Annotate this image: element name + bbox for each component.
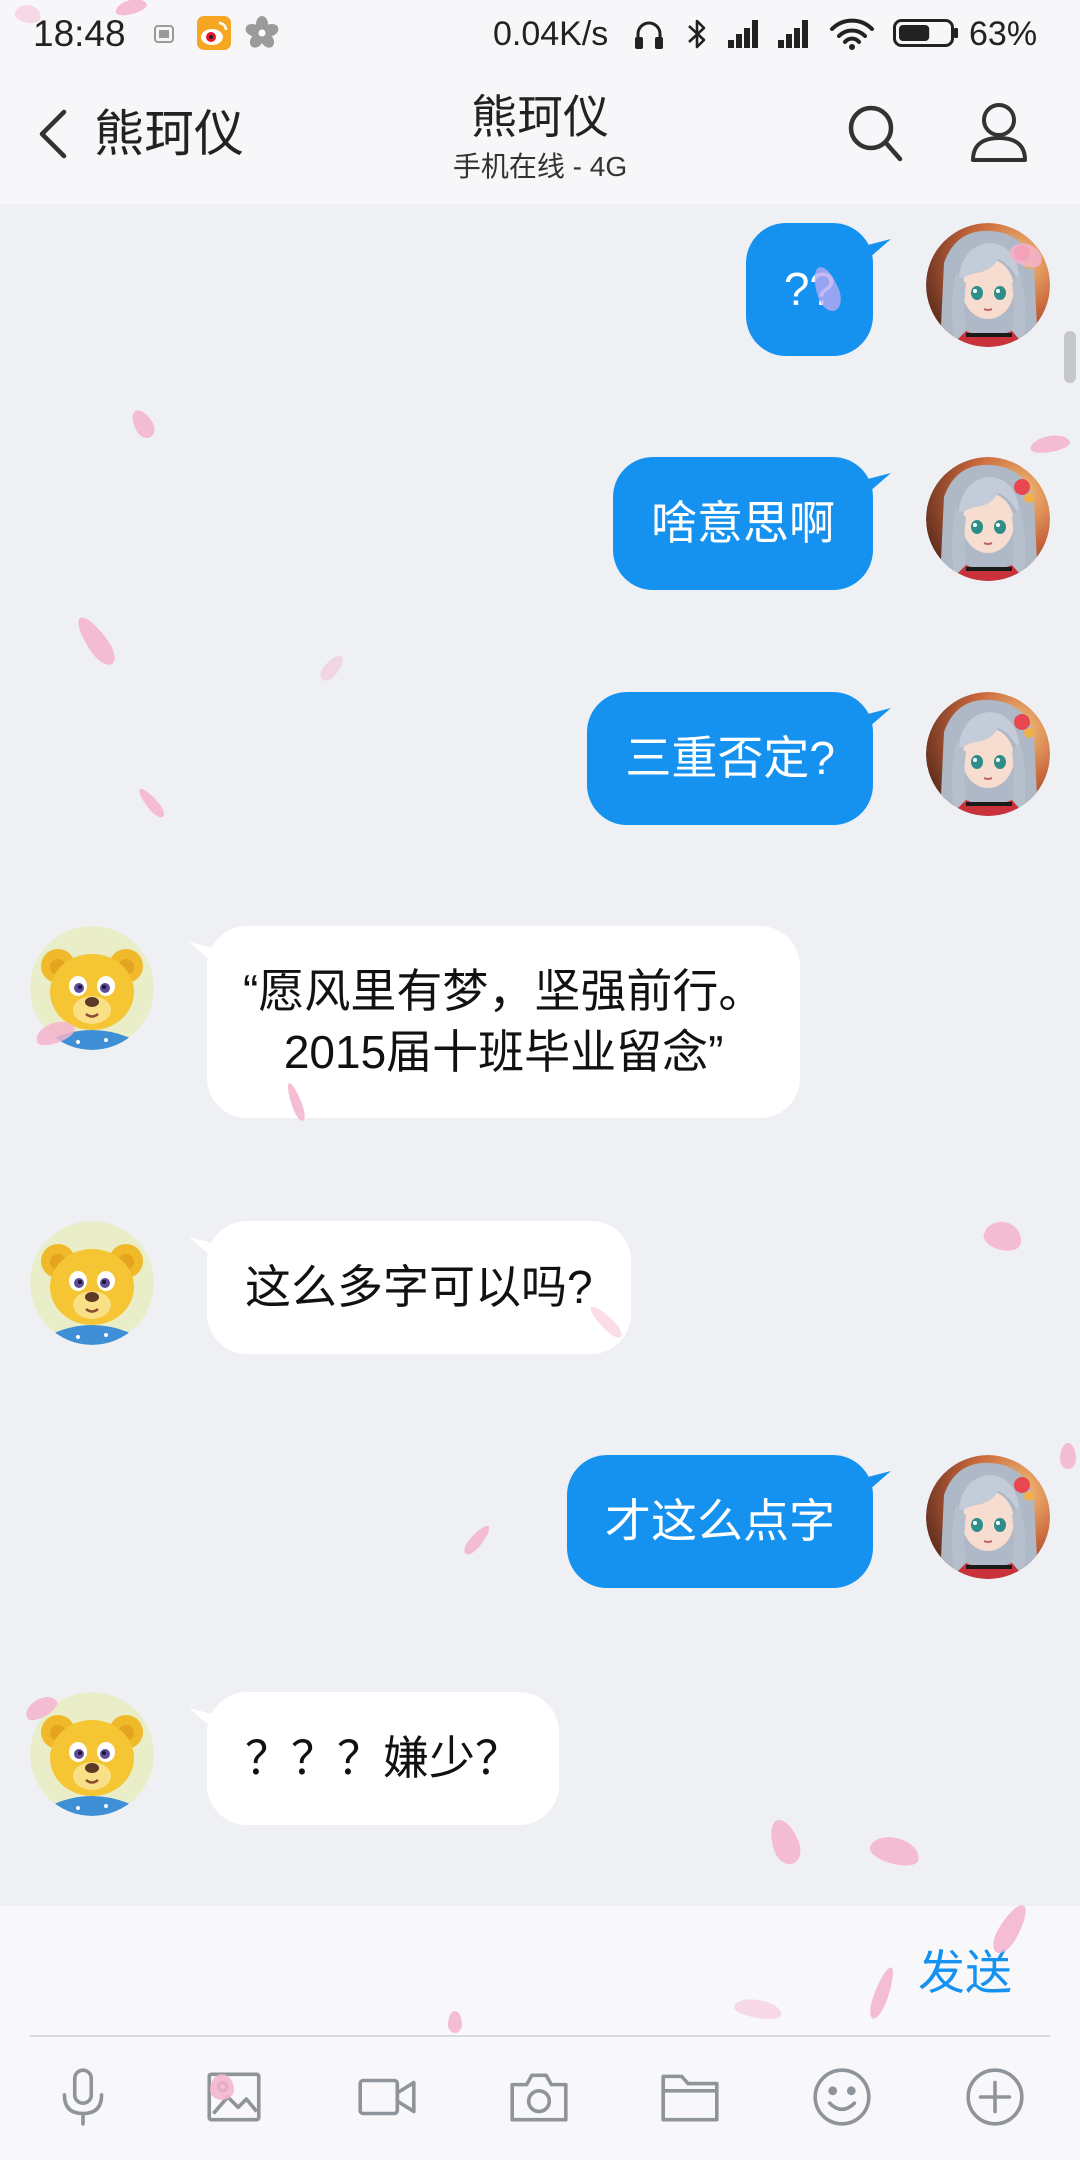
avatar-image	[926, 457, 1050, 581]
emoji-icon	[813, 2068, 871, 2126]
my-avatar[interactable]	[926, 1455, 1050, 1579]
message-text: 啥意思啊	[651, 497, 835, 549]
message-text: ??	[783, 263, 835, 315]
message-bubble-outgoing[interactable]: 啥意思啊	[613, 457, 873, 590]
message-text-line: 2015届十班毕业留念”	[283, 1026, 724, 1078]
contact-avatar[interactable]	[30, 1221, 154, 1345]
video-call-button[interactable]	[354, 2064, 420, 2130]
message-text-line: “愿风里有梦，坚强前行。	[243, 965, 765, 1017]
message-text: ？？？嫌少？	[245, 1732, 521, 1784]
avatar-image	[926, 1455, 1050, 1579]
folder-icon	[661, 2074, 719, 2122]
emoji-button[interactable]	[809, 2064, 875, 2130]
avatar-image	[30, 1692, 154, 1816]
message-input[interactable]	[30, 1921, 890, 2021]
contact-avatar[interactable]	[30, 926, 154, 1050]
my-avatar[interactable]	[926, 457, 1050, 581]
file-button[interactable]	[657, 2064, 723, 2130]
avatar-image	[30, 926, 154, 1050]
camera-icon	[510, 2073, 568, 2122]
message-text: 才这么点字	[605, 1495, 835, 1547]
photo-button[interactable]	[201, 2064, 267, 2130]
message-bubble-incoming[interactable]: “愿风里有梦，坚强前行。 2015届十班毕业留念”	[207, 926, 801, 1118]
message-bubble-outgoing[interactable]: ??	[745, 223, 873, 356]
voice-button[interactable]	[50, 2064, 116, 2130]
contact-avatar[interactable]	[30, 1692, 154, 1816]
avatar-image	[926, 692, 1050, 816]
message-bubble-incoming[interactable]: ？？？嫌少？	[207, 1692, 559, 1825]
send-button[interactable]: 发送	[918, 1946, 1012, 2000]
input-toolbar	[0, 2037, 1080, 2160]
message-bubble-outgoing[interactable]: 才这么点字	[567, 1455, 873, 1588]
message-text: 这么多字可以吗?	[245, 1261, 593, 1313]
message-composer: 发送	[0, 1906, 1080, 2037]
video-icon	[358, 2078, 416, 2116]
message-bubble-incoming[interactable]: 这么多字可以吗?	[207, 1221, 631, 1354]
my-avatar[interactable]	[926, 692, 1050, 816]
image-icon	[207, 2072, 261, 2122]
avatar-image	[926, 223, 1050, 347]
message-list[interactable]: ?? 啥意思啊 三重否定? “愿风里有梦，坚强前行。 2015届十班毕业留念” …	[0, 0, 1080, 1906]
microphone-icon	[62, 2068, 104, 2126]
my-avatar[interactable]	[926, 223, 1050, 347]
message-text: 三重否定?	[625, 732, 835, 784]
camera-button[interactable]	[506, 2064, 572, 2130]
avatar-image	[30, 1221, 154, 1345]
plus-icon	[966, 2068, 1024, 2126]
more-button[interactable]	[962, 2064, 1028, 2130]
scrollbar[interactable]	[1064, 331, 1076, 383]
message-bubble-outgoing[interactable]: 三重否定?	[587, 692, 873, 825]
